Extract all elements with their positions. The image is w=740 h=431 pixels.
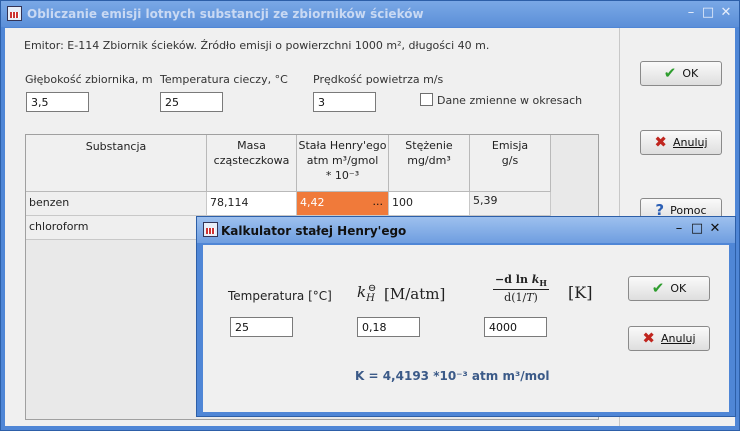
dialog-maximize-icon[interactable]: □ [690, 222, 704, 236]
cell-substance[interactable]: benzen [26, 192, 207, 216]
henry-result: K = 4,4193 *10⁻³ atm m³/mol [355, 369, 550, 383]
header-henry[interactable]: Stała Henry'ego atm m³/gmol * 10⁻³ [297, 135, 389, 192]
dialog-app-icon [203, 222, 218, 237]
cancel-button[interactable]: ✖ Anuluj [640, 130, 722, 155]
depth-label: Głębokość zbiornika, m [25, 73, 153, 86]
dialog-client: Temperatura [°C] kH⊖ [M/atm] −d ln kH d(… [203, 245, 729, 412]
temp-input[interactable] [160, 92, 223, 112]
variable-data-checkbox[interactable] [420, 93, 433, 106]
k-unit-label: [K] [568, 283, 593, 302]
maximize-icon[interactable]: □ [701, 6, 715, 20]
dialog-cancel-button[interactable]: ✖ Anuluj [628, 326, 710, 351]
dlnkh-input[interactable] [484, 317, 547, 337]
cell-henry[interactable]: 4,42 ... [297, 192, 389, 216]
depth-input[interactable] [26, 92, 89, 112]
dialog-minimize-icon[interactable]: – [672, 222, 686, 236]
close-icon[interactable]: ✕ [719, 6, 733, 20]
header-concentration[interactable]: Stężenie mg/dm³ [389, 135, 470, 192]
henry-ellipsis-button[interactable]: ... [373, 195, 384, 208]
check-icon: ✔ [663, 64, 677, 82]
header-substance[interactable]: Substancja [26, 135, 207, 192]
dialog-temp-label: Temperatura [°C] [228, 289, 332, 303]
wind-input[interactable] [313, 92, 376, 112]
ok-button[interactable]: ✔ OK [640, 61, 722, 86]
cell-concentration[interactable]: 100 [389, 192, 470, 216]
cell-emission: 5,39 [470, 192, 551, 216]
dialog-title: Kalkulator stałej Henry'ego [221, 224, 407, 238]
dlnkh-fraction: −d ln kH d(1/T) [493, 273, 549, 304]
wind-label: Prędkość powietrza m/s [313, 73, 444, 86]
main-title: Obliczanie emisji lotnych substancji ze … [27, 7, 424, 21]
kh-symbol: kH⊖ [357, 283, 377, 304]
dialog-temp-input[interactable] [230, 317, 293, 337]
variable-data-label: Dane zmienne w okresach [437, 94, 583, 107]
temp-label: Temperatura cieczy, °C [160, 73, 288, 86]
main-titlebar[interactable]: Obliczanie emisji lotnych substancji ze … [1, 1, 739, 27]
cell-mass[interactable]: 78,114 [207, 192, 297, 216]
app-icon [7, 6, 22, 21]
check-icon: ✔ [651, 279, 665, 297]
kh-unit-label: [M/atm] [384, 285, 446, 303]
header-emission[interactable]: Emisja g/s [470, 135, 551, 192]
cell-substance[interactable]: chloroform [26, 216, 207, 240]
cancel-x-icon: ✖ [642, 329, 655, 347]
kh-input[interactable] [357, 317, 420, 337]
dialog-ok-button[interactable]: ✔ OK [628, 276, 710, 301]
emitor-info: Emitor: E-114 Zbiornik ścieków. Źródło e… [24, 39, 490, 52]
minimize-icon[interactable]: – [684, 6, 698, 20]
header-mass[interactable]: Masa cząsteczkowa [207, 135, 297, 192]
henry-calculator-dialog: Kalkulator stałej Henry'ego – □ ✕ Temper… [196, 216, 736, 417]
dialog-titlebar[interactable]: Kalkulator stałej Henry'ego – □ ✕ [197, 217, 735, 243]
cancel-x-icon: ✖ [654, 133, 667, 151]
dialog-close-icon[interactable]: ✕ [708, 222, 722, 236]
